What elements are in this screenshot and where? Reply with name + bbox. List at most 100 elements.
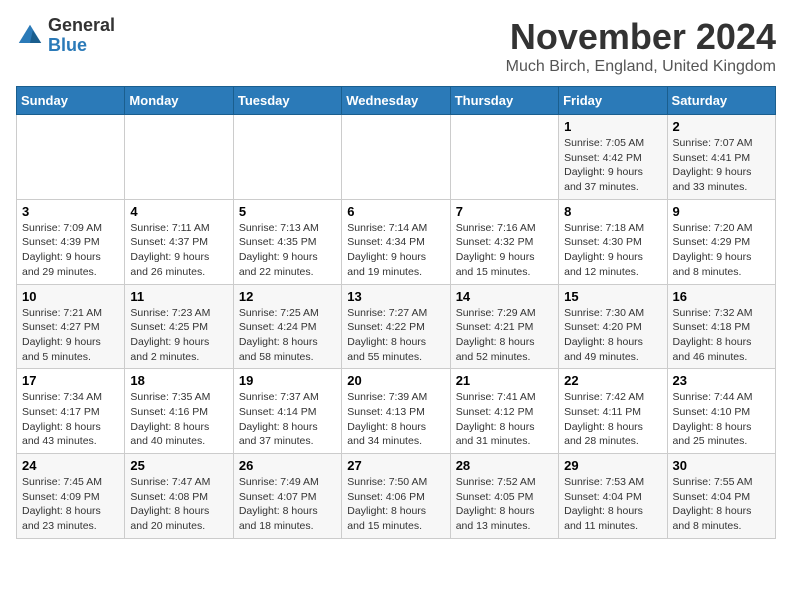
day-number: 18	[130, 373, 227, 388]
day-info: Sunrise: 7:42 AMSunset: 4:11 PMDaylight:…	[564, 390, 661, 449]
calendar-cell: 15Sunrise: 7:30 AMSunset: 4:20 PMDayligh…	[559, 284, 667, 369]
day-number: 23	[673, 373, 770, 388]
calendar-cell: 26 Sunrise: 7:49 AMSunset: 4:07 PMDayligh…	[233, 454, 341, 539]
day-number: 28	[456, 458, 553, 473]
calendar-cell: 1Sunrise: 7:05 AMSunset: 4:42 PMDaylight…	[559, 115, 667, 200]
day-number: 13	[347, 289, 444, 304]
day-number: 19	[239, 373, 336, 388]
calendar-cell: 27Sunrise: 7:50 AMSunset: 4:06 PMDayligh…	[342, 454, 450, 539]
calendar-cell	[125, 115, 233, 200]
calendar-cell: 11 Sunrise: 7:23 AMSunset: 4:25 PMDayligh…	[125, 284, 233, 369]
calendar-cell: 23 Sunrise: 7:44 AMSunset: 4:10 PMDayligh…	[667, 369, 775, 454]
calendar-body: 1Sunrise: 7:05 AMSunset: 4:42 PMDaylight…	[17, 115, 776, 539]
calendar-cell: 22Sunrise: 7:42 AMSunset: 4:11 PMDayligh…	[559, 369, 667, 454]
day-info: Sunrise: 7:47 AMSunset: 4:08 PMDaylight:…	[130, 475, 227, 534]
logo-text: General Blue	[48, 16, 115, 56]
day-number: 10	[22, 289, 119, 304]
day-number: 15	[564, 289, 661, 304]
calendar-cell: 16 Sunrise: 7:32 AMSunset: 4:18 PMDayligh…	[667, 284, 775, 369]
day-number: 2	[673, 119, 770, 134]
week-row-4: 24Sunrise: 7:45 AMSunset: 4:09 PMDayligh…	[17, 454, 776, 539]
day-number: 29	[564, 458, 661, 473]
day-number: 6	[347, 204, 444, 219]
calendar-cell	[450, 115, 558, 200]
day-header-sunday: Sunday	[17, 87, 125, 115]
day-info: Sunrise: 7:44 AMSunset: 4:10 PMDaylight:…	[673, 390, 770, 449]
calendar-cell: 3 Sunrise: 7:09 AMSunset: 4:39 PMDaylight…	[17, 199, 125, 284]
day-info: Sunrise: 7:20 AMSunset: 4:29 PMDaylight:…	[673, 221, 770, 280]
day-header-row: SundayMondayTuesdayWednesdayThursdayFrid…	[17, 87, 776, 115]
day-info: Sunrise: 7:41 AMSunset: 4:12 PMDaylight:…	[456, 390, 553, 449]
calendar-cell: 29 Sunrise: 7:53 AMSunset: 4:04 PMDayligh…	[559, 454, 667, 539]
day-info: Sunrise: 7:07 AMSunset: 4:41 PMDaylight:…	[673, 136, 770, 195]
logo: General Blue	[16, 16, 115, 56]
day-info: Sunrise: 7:09 AMSunset: 4:39 PMDaylight:…	[22, 221, 119, 280]
calendar-cell: 6Sunrise: 7:14 AMSunset: 4:34 PMDaylight…	[342, 199, 450, 284]
day-number: 25	[130, 458, 227, 473]
logo-icon	[16, 22, 44, 50]
calendar-cell: 8 Sunrise: 7:18 AMSunset: 4:30 PMDaylight…	[559, 199, 667, 284]
day-info: Sunrise: 7:11 AMSunset: 4:37 PMDaylight:…	[130, 221, 227, 280]
day-number: 8	[564, 204, 661, 219]
calendar-cell: 25 Sunrise: 7:47 AMSunset: 4:08 PMDayligh…	[125, 454, 233, 539]
day-info: Sunrise: 7:32 AMSunset: 4:18 PMDaylight:…	[673, 306, 770, 365]
header: General Blue November 2024 Much Birch, E…	[16, 16, 776, 76]
day-number: 17	[22, 373, 119, 388]
day-info: Sunrise: 7:37 AMSunset: 4:14 PMDaylight:…	[239, 390, 336, 449]
day-info: Sunrise: 7:27 AMSunset: 4:22 PMDaylight:…	[347, 306, 444, 365]
calendar-cell: 17 Sunrise: 7:34 AMSunset: 4:17 PMDayligh…	[17, 369, 125, 454]
day-info: Sunrise: 7:53 AMSunset: 4:04 PMDaylight:…	[564, 475, 661, 534]
week-row-1: 3 Sunrise: 7:09 AMSunset: 4:39 PMDaylight…	[17, 199, 776, 284]
calendar-cell: 10Sunrise: 7:21 AMSunset: 4:27 PMDayligh…	[17, 284, 125, 369]
calendar-cell	[17, 115, 125, 200]
calendar-cell: 7 Sunrise: 7:16 AMSunset: 4:32 PMDaylight…	[450, 199, 558, 284]
day-number: 14	[456, 289, 553, 304]
calendar-header: SundayMondayTuesdayWednesdayThursdayFrid…	[17, 87, 776, 115]
day-info: Sunrise: 7:29 AMSunset: 4:21 PMDaylight:…	[456, 306, 553, 365]
day-number: 24	[22, 458, 119, 473]
day-info: Sunrise: 7:55 AMSunset: 4:04 PMDaylight:…	[673, 475, 770, 534]
day-info: Sunrise: 7:16 AMSunset: 4:32 PMDaylight:…	[456, 221, 553, 280]
title-area: November 2024 Much Birch, England, Unite…	[506, 16, 776, 76]
day-info: Sunrise: 7:25 AMSunset: 4:24 PMDaylight:…	[239, 306, 336, 365]
day-info: Sunrise: 7:35 AMSunset: 4:16 PMDaylight:…	[130, 390, 227, 449]
calendar-cell	[233, 115, 341, 200]
day-info: Sunrise: 7:13 AMSunset: 4:35 PMDaylight:…	[239, 221, 336, 280]
logo-blue: Blue	[48, 36, 115, 56]
month-title: November 2024	[506, 16, 776, 58]
logo-general: General	[48, 16, 115, 36]
calendar-cell: 4Sunrise: 7:11 AMSunset: 4:37 PMDaylight…	[125, 199, 233, 284]
day-number: 5	[239, 204, 336, 219]
day-info: Sunrise: 7:18 AMSunset: 4:30 PMDaylight:…	[564, 221, 661, 280]
day-number: 9	[673, 204, 770, 219]
week-row-0: 1Sunrise: 7:05 AMSunset: 4:42 PMDaylight…	[17, 115, 776, 200]
week-row-2: 10Sunrise: 7:21 AMSunset: 4:27 PMDayligh…	[17, 284, 776, 369]
day-info: Sunrise: 7:34 AMSunset: 4:17 PMDaylight:…	[22, 390, 119, 449]
calendar-cell: 19 Sunrise: 7:37 AMSunset: 4:14 PMDayligh…	[233, 369, 341, 454]
day-info: Sunrise: 7:05 AMSunset: 4:42 PMDaylight:…	[564, 136, 661, 195]
day-number: 21	[456, 373, 553, 388]
calendar-cell: 14 Sunrise: 7:29 AMSunset: 4:21 PMDayligh…	[450, 284, 558, 369]
day-header-monday: Monday	[125, 87, 233, 115]
calendar-cell: 24Sunrise: 7:45 AMSunset: 4:09 PMDayligh…	[17, 454, 125, 539]
day-info: Sunrise: 7:49 AMSunset: 4:07 PMDaylight:…	[239, 475, 336, 534]
day-number: 7	[456, 204, 553, 219]
calendar-cell: 13 Sunrise: 7:27 AMSunset: 4:22 PMDayligh…	[342, 284, 450, 369]
day-header-tuesday: Tuesday	[233, 87, 341, 115]
calendar-cell: 21 Sunrise: 7:41 AMSunset: 4:12 PMDayligh…	[450, 369, 558, 454]
calendar-cell: 2 Sunrise: 7:07 AMSunset: 4:41 PMDaylight…	[667, 115, 775, 200]
day-number: 20	[347, 373, 444, 388]
day-info: Sunrise: 7:52 AMSunset: 4:05 PMDaylight:…	[456, 475, 553, 534]
calendar-cell: 12Sunrise: 7:25 AMSunset: 4:24 PMDayligh…	[233, 284, 341, 369]
day-number: 3	[22, 204, 119, 219]
day-number: 16	[673, 289, 770, 304]
calendar-cell: 28 Sunrise: 7:52 AMSunset: 4:05 PMDayligh…	[450, 454, 558, 539]
day-info: Sunrise: 7:23 AMSunset: 4:25 PMDaylight:…	[130, 306, 227, 365]
location: Much Birch, England, United Kingdom	[506, 58, 776, 76]
day-number: 26	[239, 458, 336, 473]
day-number: 30	[673, 458, 770, 473]
calendar-cell	[342, 115, 450, 200]
day-number: 27	[347, 458, 444, 473]
calendar-cell: 20Sunrise: 7:39 AMSunset: 4:13 PMDayligh…	[342, 369, 450, 454]
day-number: 11	[130, 289, 227, 304]
